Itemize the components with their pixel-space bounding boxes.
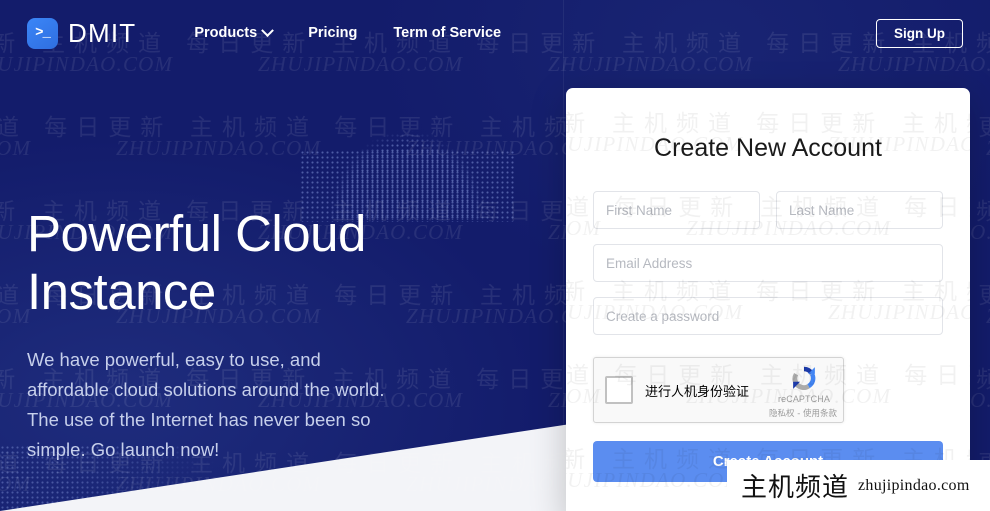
recaptcha-terms[interactable]: 隐私权 - 使用条款 (769, 407, 837, 419)
nav-item-pricing-label: Pricing (308, 25, 358, 41)
nav-item-products[interactable]: Products (194, 23, 275, 41)
hero-subtitle: We have powerful, easy to use, and affor… (27, 349, 385, 460)
recaptcha-label: 进行人机身份验证 (645, 384, 750, 400)
hero-title-line1: Powerful Cloud (27, 205, 366, 262)
recaptcha-brand-name: reCAPTCHA (778, 394, 830, 404)
page-root: 主机频道 每日更新主机频道 每日更新主机频道 每日更新主机频道 每日更新主机频道… (0, 0, 990, 511)
hero-title-line2: Instance (27, 263, 216, 320)
name-row (593, 191, 943, 229)
nav-item-products-label: Products (194, 25, 258, 41)
signup-card-title: Create New Account (654, 134, 882, 162)
site-badge: 主机频道 zhujipindao.com (727, 460, 990, 511)
signup-form: 进行人机身份验证 reCAPTCHA 隐私权 - 使用条款 (566, 191, 970, 423)
nav-item-term-of-service[interactable]: Term of Service (393, 25, 501, 41)
recaptcha-checkbox[interactable] (605, 376, 633, 404)
site-badge-domain: zhujipindao.com (858, 476, 970, 494)
hero-edge-divider (563, 0, 564, 511)
hero-section: Powerful Cloud Instance We have powerful… (27, 205, 457, 465)
hero-title: Powerful Cloud Instance (27, 205, 457, 321)
brand-logo[interactable]: >_ DMIT (27, 17, 137, 49)
nav-item-term-of-service-label: Term of Service (393, 25, 502, 41)
nav-item-pricing[interactable]: Pricing (308, 25, 357, 41)
nav-links: Products Pricing Term of Service (194, 23, 501, 41)
recaptcha-widget[interactable]: 进行人机身份验证 reCAPTCHA 隐私权 - 使用条款 (593, 357, 844, 423)
last-name-input[interactable] (776, 191, 943, 229)
chevron-down-icon (261, 23, 275, 37)
recaptcha-icon (789, 363, 819, 393)
top-navigation: >_ DMIT Products Pricing Term of Service… (0, 0, 990, 66)
first-name-input[interactable] (593, 191, 760, 229)
site-badge-cn: 主机频道 (741, 473, 850, 503)
brand-name: DMIT (68, 17, 137, 48)
email-input[interactable] (593, 244, 943, 282)
signup-card: Create New Account 进行人机身份验证 (566, 88, 970, 511)
terminal-prompt-icon: >_ (27, 17, 58, 49)
signup-button[interactable]: Sign Up (876, 19, 963, 48)
recaptcha-branding: reCAPTCHA (773, 363, 835, 404)
password-input[interactable] (593, 297, 943, 335)
